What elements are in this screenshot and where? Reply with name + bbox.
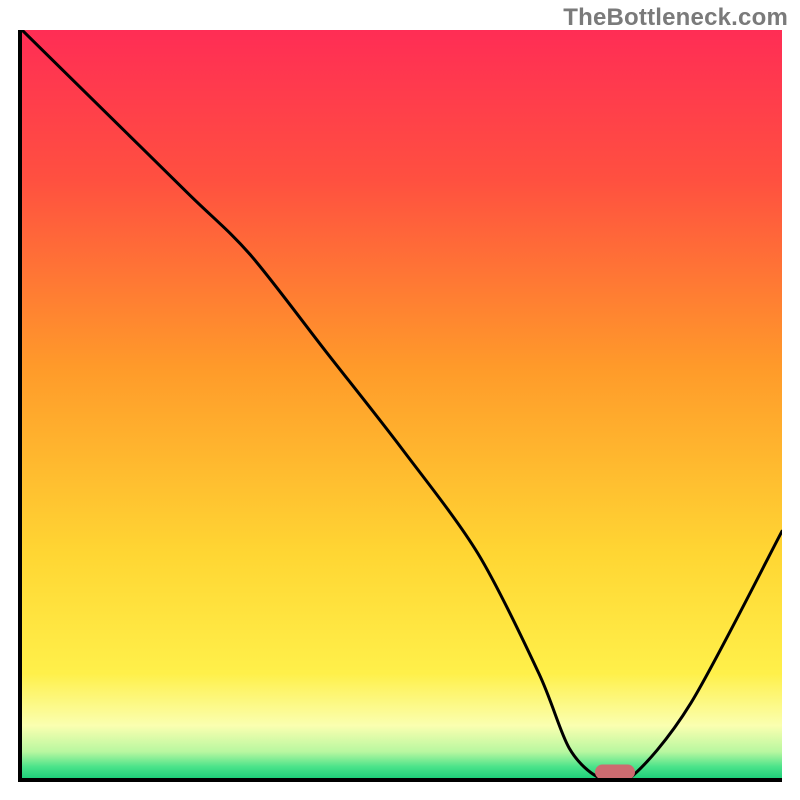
chart-curve bbox=[22, 30, 782, 778]
chart-plot-area bbox=[18, 30, 782, 782]
chart-minimum-marker bbox=[595, 765, 635, 780]
watermark-text: TheBottleneck.com bbox=[563, 4, 788, 32]
